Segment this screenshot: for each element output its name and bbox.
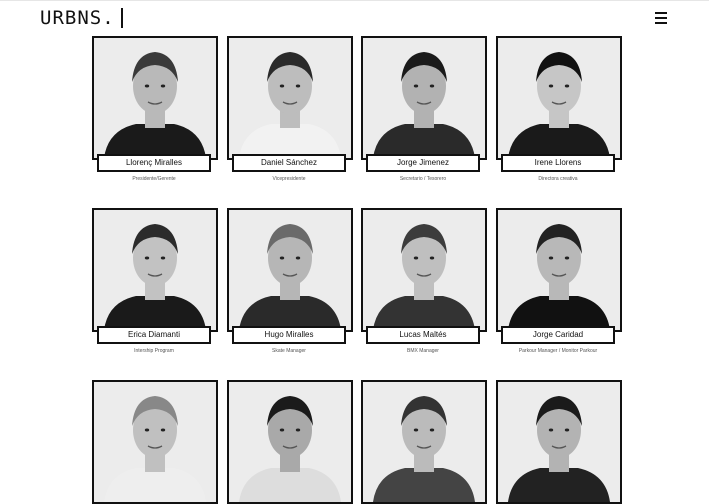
team-member-card: Daniel Sánchez Vicepresidente	[227, 36, 353, 182]
site-logo[interactable]: URBNS.	[40, 7, 123, 29]
team-member-photo	[496, 36, 622, 160]
team-member-name: Llorenç Miralles	[97, 154, 211, 172]
team-member-photo	[227, 380, 353, 504]
team-member-card: Jorge Jimenez Secretario / Tesorero	[361, 36, 487, 182]
team-member-photo	[92, 208, 218, 332]
team-member-role: Skate Manager	[272, 348, 306, 354]
team-member-photo	[361, 380, 487, 504]
team-member-name: Jorge Jimenez	[366, 154, 480, 172]
team-member-photo	[92, 380, 218, 504]
team-member-card: Llorenç Miralles Presidente/Gerente	[92, 36, 218, 182]
logo-text[interactable]: URBNS.	[40, 7, 115, 29]
team-member-photo	[496, 380, 622, 504]
team-member-card: Hugo Miralles Skate Manager	[227, 208, 353, 354]
team-member-card	[92, 380, 218, 504]
team-member-name: Lucas Maltés	[366, 326, 480, 344]
team-member-name: Hugo Miralles	[232, 326, 346, 344]
team-member-name: Erica Diamanti	[97, 326, 211, 344]
team-member-card	[227, 380, 353, 504]
team-member-card: Irene Llorens Directora creativa	[496, 36, 622, 182]
team-member-photo	[227, 36, 353, 160]
team-member-card: Lucas Maltés BMX Manager	[361, 208, 487, 354]
team-member-role: Directora creativa	[538, 176, 578, 182]
team-member-card	[496, 380, 622, 504]
team-member-role: Intership Program	[134, 348, 174, 354]
team-member-photo	[361, 36, 487, 160]
team-member-name: Irene Llorens	[501, 154, 615, 172]
logo-caret	[120, 8, 123, 28]
team-member-card	[361, 380, 487, 504]
team-member-name: Jorge Caridad	[501, 326, 615, 344]
team-member-role: BMX Manager	[407, 348, 439, 354]
team-member-name: Daniel Sánchez	[232, 154, 346, 172]
team-member-photo	[496, 208, 622, 332]
hamburger-menu-icon[interactable]	[655, 12, 669, 24]
team-member-card: Erica Diamanti Intership Program	[92, 208, 218, 354]
team-member-card: Jorge Caridad Parkour Manager / Monitor P…	[496, 208, 622, 354]
team-member-photo	[361, 208, 487, 332]
team-member-role: Secretario / Tesorero	[399, 176, 447, 182]
team-member-photo	[92, 36, 218, 160]
team-member-photo	[227, 208, 353, 332]
team-member-role: Presidente/Gerente	[132, 176, 176, 182]
site-header: URBNS.	[0, 0, 709, 36]
team-member-role: Vicepresidente	[272, 176, 306, 182]
team-member-role: Parkour Manager / Monitor Parkour	[518, 348, 598, 354]
